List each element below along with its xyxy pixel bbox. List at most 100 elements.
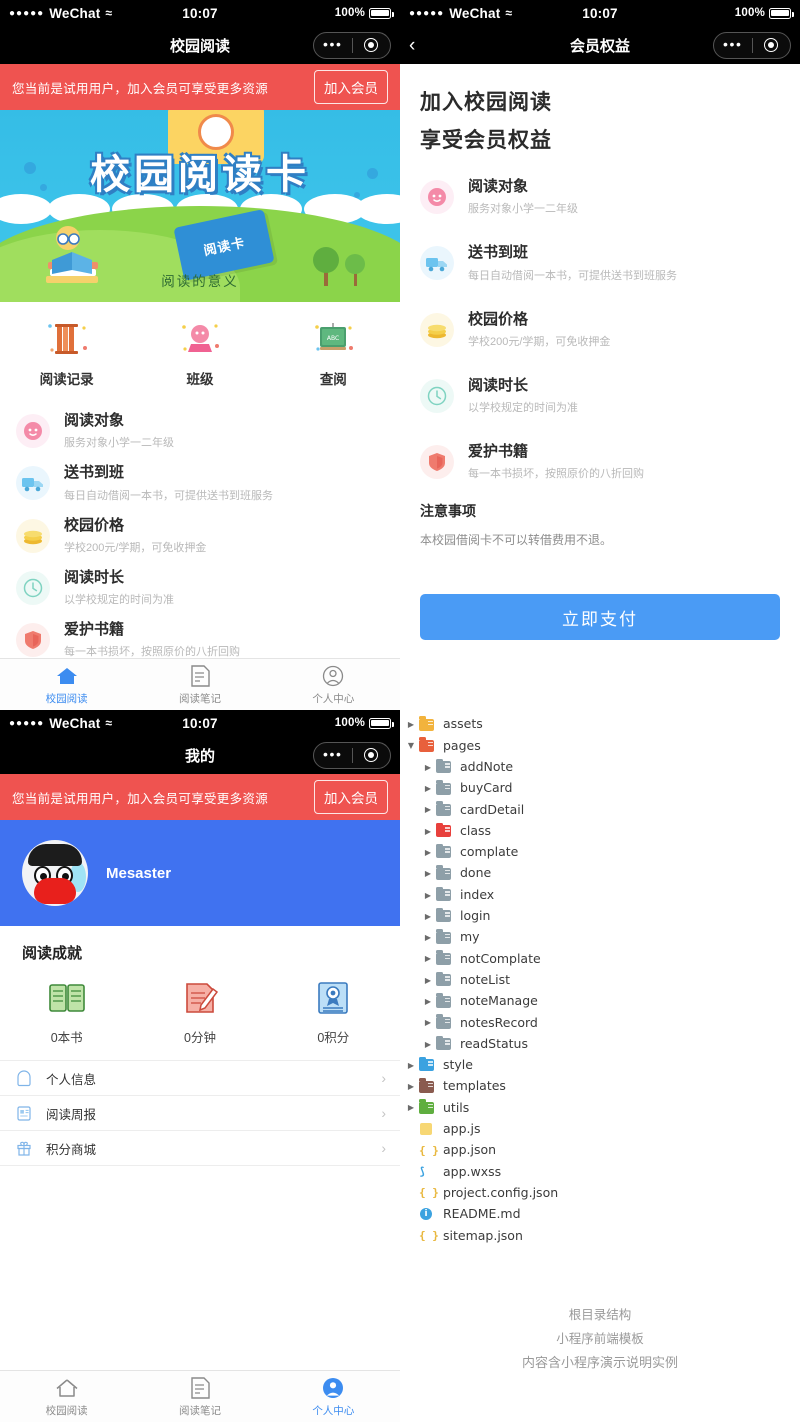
trial-banner-home: 您当前是试用用户，加入会员可享受更多资源 加入会员 <box>0 64 400 110</box>
chevron-right-icon[interactable]: ▶ <box>421 997 435 1006</box>
tree-row[interactable]: app.js <box>400 1119 800 1140</box>
chevron-right-icon[interactable]: ▶ <box>421 912 435 921</box>
achievement-books[interactable]: 0本书 <box>0 977 133 1046</box>
join-member-button[interactable]: 加入会员 <box>314 780 388 814</box>
home-screen: ●●●●● WeChat ≈ 10:07 100% 校园阅读 ••• 您当前是试… <box>0 0 400 710</box>
chevron-right-icon[interactable]: ▶ <box>421 1040 435 1049</box>
status-time: 10:07 <box>182 715 218 731</box>
tree-row[interactable]: { } project.config.json <box>400 1183 800 1204</box>
chevron-right-icon[interactable]: ▶ <box>421 805 435 814</box>
tree-row[interactable]: ▶ readStatus <box>400 1033 800 1054</box>
feature-title: 阅读时长 <box>64 568 125 586</box>
tree-row-label: buyCard <box>460 780 513 796</box>
tree-row[interactable]: ▶ complate <box>400 842 800 863</box>
tree-row[interactable]: ▶ notesRecord <box>400 1012 800 1033</box>
tab-campus-reading[interactable]: 校园阅读 <box>0 1376 133 1418</box>
wechat-capsule[interactable]: ••• <box>713 31 791 59</box>
tree-row[interactable]: ▶ assets <box>400 714 800 735</box>
quick-menu-item-class[interactable]: 班级 <box>133 318 266 388</box>
chevron-left-icon[interactable]: ‹ <box>409 36 415 55</box>
tab-bar-mine: 校园阅读 阅读笔记 个人中心 <box>0 1370 400 1422</box>
more-icon[interactable]: ••• <box>314 37 352 51</box>
tree-row[interactable]: ▶ login <box>400 906 800 927</box>
chevron-right-icon[interactable]: ▶ <box>421 827 435 836</box>
tree-row[interactable]: { } app.json <box>400 1140 800 1161</box>
profile-header[interactable]: Mesaster <box>0 820 400 926</box>
nav-bar-mine: 我的 ••• <box>0 736 400 774</box>
achievement-label: 0积分 <box>317 1031 350 1045</box>
tree-row[interactable]: ▶ done <box>400 863 800 884</box>
achievement-minutes[interactable]: 0分钟 <box>133 977 266 1046</box>
close-circle-icon[interactable] <box>353 748 391 762</box>
join-member-button[interactable]: 加入会员 <box>314 70 388 104</box>
member-content: 加入校园阅读 享受会员权益 阅读对象 服务对象小学一二年级 送书到班 每日自动借… <box>400 64 800 641</box>
tree-row[interactable]: i README.md <box>400 1204 800 1225</box>
tree-row[interactable]: { } sitemap.json <box>400 1225 800 1246</box>
feature-desc: 每日自动借阅一本书，可提供送书到班服务 <box>468 269 677 282</box>
chevron-down-icon[interactable]: ▼ <box>404 741 418 750</box>
profile-icon <box>14 1068 34 1088</box>
feature-title: 送书到班 <box>468 244 529 262</box>
wechat-capsule[interactable]: ••• <box>313 31 391 59</box>
avatar[interactable] <box>22 840 88 906</box>
tree-row[interactable]: ▶ buyCard <box>400 778 800 799</box>
tree-row[interactable]: ▶ noteList <box>400 970 800 991</box>
chevron-right-icon[interactable]: ▶ <box>421 869 435 878</box>
tab-label: 阅读笔记 <box>178 1404 221 1417</box>
list-item-weekly-report[interactable]: 阅读周报 › <box>0 1096 400 1131</box>
list-item-personal-info[interactable]: 个人信息 › <box>0 1061 400 1096</box>
tree-row[interactable]: ⟆ app.wxss <box>400 1161 800 1182</box>
tree-row[interactable]: ▶ cardDetail <box>400 799 800 820</box>
tab-profile[interactable]: 个人中心 <box>267 664 400 706</box>
chevron-right-icon[interactable]: ▶ <box>421 933 435 942</box>
tree-row[interactable]: ▶ addNote <box>400 757 800 778</box>
achievement-points[interactable]: 0积分 <box>267 977 400 1046</box>
chevron-right-icon[interactable]: ▶ <box>421 763 435 772</box>
more-icon[interactable]: ••• <box>714 37 752 51</box>
chevron-right-icon[interactable]: ▶ <box>421 954 435 963</box>
tree-row[interactable]: ▶ index <box>400 884 800 905</box>
tree-row[interactable]: ▶ utils <box>400 1097 800 1118</box>
folder-icon <box>435 993 453 1009</box>
tree-caption-line: 内容含小程序演示说明实例 <box>521 1354 678 1370</box>
quick-menu-label: 班级 <box>186 372 214 387</box>
member-heading-line1: 加入校园阅读 <box>420 91 552 114</box>
file-tree[interactable]: ▶ assets ▼ pages ▶ addNote ▶ buyCard ▶ cardDetail… <box>400 700 800 1246</box>
close-circle-icon[interactable] <box>353 38 391 52</box>
list-item-points-mall[interactable]: 积分商城 › <box>0 1131 400 1166</box>
feature-title: 爱护书籍 <box>64 621 125 638</box>
tree-row[interactable]: ▶ my <box>400 927 800 948</box>
avatar-mouth <box>34 878 76 904</box>
chevron-right-icon[interactable]: ▶ <box>404 1061 418 1070</box>
tree-row[interactable]: ▶ noteManage <box>400 991 800 1012</box>
hero-banner[interactable]: 校园阅读卡 阅读卡 阅读的意义 <box>0 110 400 302</box>
tree-row-label: class <box>460 822 492 838</box>
tab-profile[interactable]: 个人中心 <box>267 1376 400 1418</box>
chevron-right-icon[interactable]: ▶ <box>421 976 435 985</box>
close-circle-icon[interactable] <box>753 38 791 52</box>
more-icon[interactable]: ••• <box>314 747 352 761</box>
wechat-capsule[interactable]: ••• <box>313 741 391 769</box>
chevron-right-icon[interactable]: ▶ <box>421 1018 435 1027</box>
tab-campus-reading[interactable]: 校园阅读 <box>0 664 133 706</box>
tree-row[interactable]: ▶ class <box>400 820 800 841</box>
chevron-right-icon[interactable]: ▶ <box>421 891 435 900</box>
quick-menu-item-reading-record[interactable]: 阅读记录 <box>0 318 133 388</box>
pay-now-button[interactable]: 立即支付 <box>420 594 780 641</box>
user-icon <box>267 664 400 688</box>
report-icon <box>14 1103 34 1123</box>
tab-reading-notes[interactable]: 阅读笔记 <box>133 1376 266 1418</box>
tree-row[interactable]: ▶ style <box>400 1055 800 1076</box>
chevron-right-icon[interactable]: ▶ <box>421 848 435 857</box>
chevron-right-icon[interactable]: ▶ <box>404 1103 418 1112</box>
feature-title: 送书到班 <box>64 464 125 482</box>
chevron-right-icon[interactable]: ▶ <box>421 784 435 793</box>
quick-menu-item-lookup[interactable]: ABC 查阅 <box>267 318 400 388</box>
chevron-right-icon[interactable]: ▶ <box>404 720 418 729</box>
chevron-right-icon[interactable]: ▶ <box>404 1082 418 1091</box>
feature-desc: 以学校规定的时间为准 <box>468 402 578 414</box>
tree-row[interactable]: ▼ pages <box>400 735 800 756</box>
tree-row[interactable]: ▶ templates <box>400 1076 800 1097</box>
tab-reading-notes[interactable]: 阅读笔记 <box>133 664 266 706</box>
tree-row[interactable]: ▶ notComplate <box>400 948 800 969</box>
